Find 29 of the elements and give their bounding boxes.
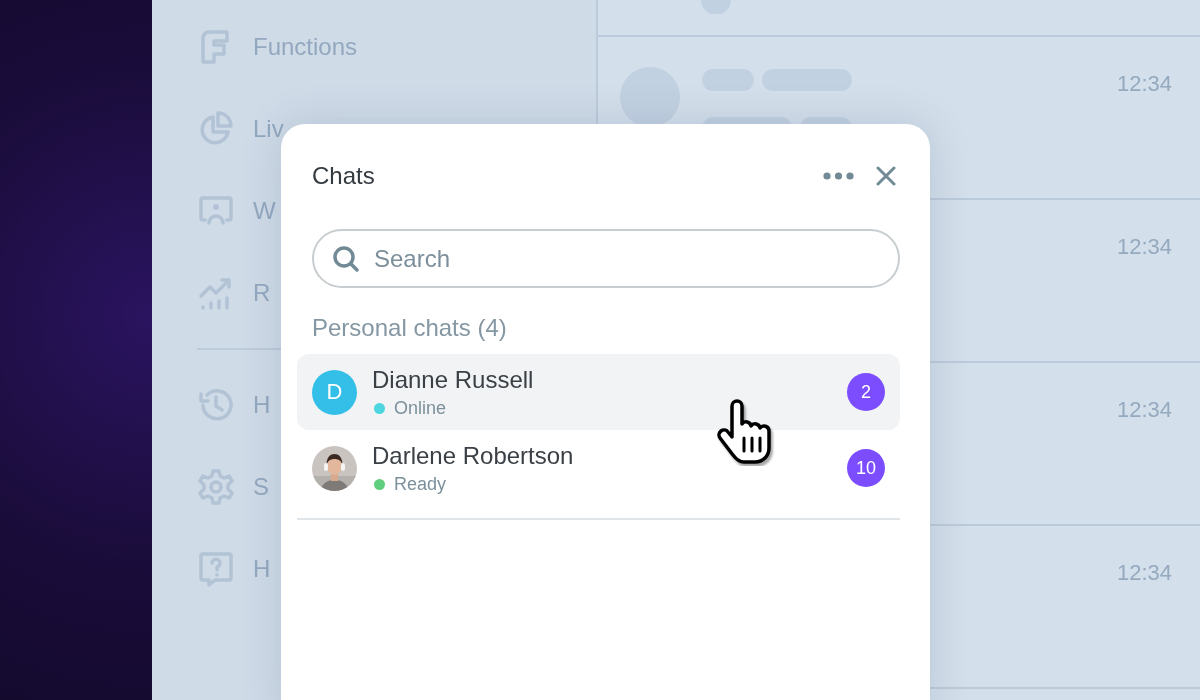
contact-status: Ready (394, 473, 447, 495)
message-time: 12:34 (1116, 560, 1172, 586)
message-time: 12:34 (1116, 71, 1172, 97)
search-icon (332, 244, 360, 273)
unread-count: 10 (847, 449, 885, 487)
sidebar-item[interactable]: S (253, 473, 269, 501)
sidebar-item[interactable]: H (253, 391, 271, 419)
history-icon (197, 386, 235, 424)
chat-item[interactable]: D Dianne Russell Online 2 (297, 354, 900, 430)
sidebar-item[interactable]: W (253, 197, 276, 225)
sidebar-item[interactable]: H (253, 555, 271, 583)
contact-name: Darlene Robertson (372, 441, 575, 470)
more-icon (823, 172, 854, 180)
sidebar-item[interactable]: R (253, 279, 271, 307)
close-icon (876, 166, 896, 186)
gear-icon (197, 468, 235, 506)
message-time: 12:34 (1116, 397, 1172, 423)
message-time: 12:34 (1116, 234, 1172, 260)
panel-title: Chats (312, 162, 376, 190)
section-heading: Personal chats (4) (312, 314, 508, 342)
search-field[interactable]: Search (312, 229, 900, 288)
avatar: D (312, 369, 357, 415)
help-icon (197, 550, 235, 588)
contact-status: Online (394, 397, 447, 419)
contact-name: Dianne Russell (372, 365, 535, 394)
sidebar-item[interactable]: Liv (253, 115, 284, 143)
sidebar-item[interactable]: Functions (253, 33, 358, 61)
unread-count: 2 (847, 373, 885, 411)
pie-chart-icon (197, 110, 235, 148)
